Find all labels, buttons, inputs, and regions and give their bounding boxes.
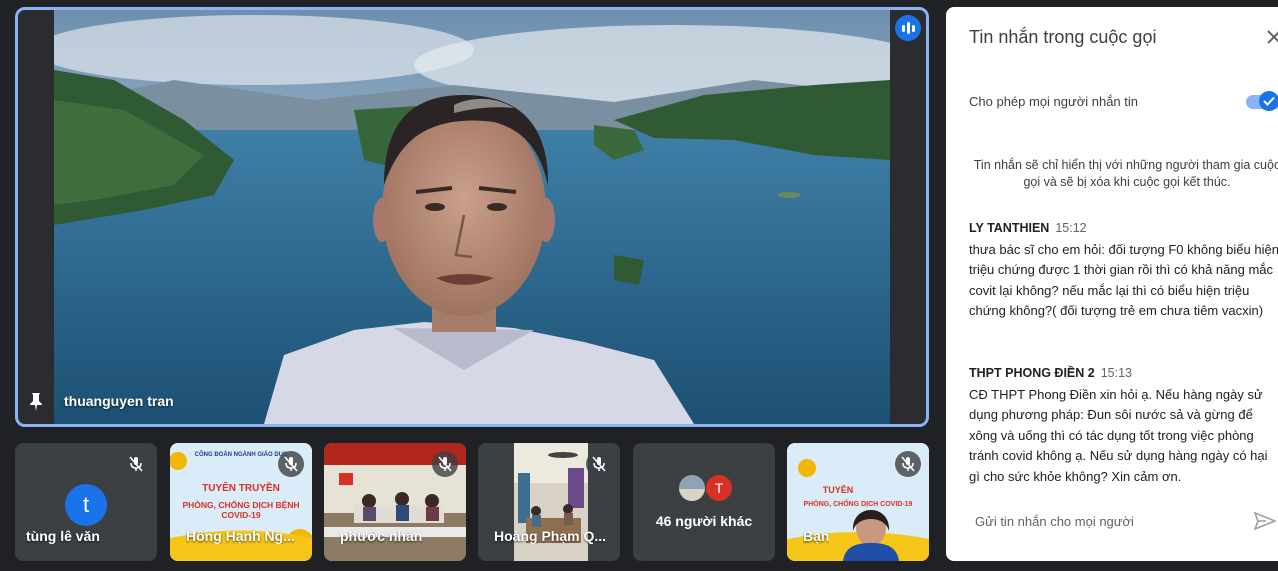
self-tile[interactable]: TUYÊN PHÒNG, CHỐNG DỊCH COVID-19 Bạn (787, 443, 929, 561)
message-text: CĐ THPT Phong Điền xin hỏi ạ. Nếu hàng n… (969, 386, 1268, 484)
chat-message: THPT PHONG ĐIỀN 2 15:13 CĐ THPT Phong Điề… (969, 363, 1278, 487)
participant-name: phước nhàn (340, 528, 423, 544)
participant-name: Bạn (803, 528, 830, 544)
participant-tile[interactable]: t tùng lê văn (15, 443, 157, 561)
chat-message: LY TANTHIEN 15:12 thưa bác sĩ cho em hỏi:… (969, 218, 1278, 322)
others-count-label: 46 người khác (655, 513, 753, 529)
close-icon[interactable] (1266, 29, 1278, 45)
chat-panel-title: Tin nhắn trong cuộc gọi (969, 27, 1157, 47)
mic-off-icon (432, 451, 458, 477)
message-sender: THPT PHONG ĐIỀN 2 (969, 366, 1095, 380)
poster-text: PHÒNG, CHỐNG DỊCH BỆNH COVID-19 (182, 500, 300, 520)
participant-tile[interactable]: Hoàng Phạm Q... (478, 443, 620, 561)
participant-tile[interactable]: CÔNG ĐOÀN NGÀNH GIÁO DỤC TUYÊN TRUYỀN PH… (170, 443, 312, 561)
poster-text: TUYÊN TRUYỀN (202, 483, 280, 494)
message-text: thưa bác sĩ cho em hỏi: đối tượng F0 khô… (969, 241, 1278, 319)
avatar: t (65, 484, 107, 526)
poster-text: TUYÊN (822, 485, 854, 495)
participant-name: tùng lê văn (26, 528, 100, 544)
main-video-tile[interactable]: thuanguyen tran (15, 7, 929, 427)
mic-off-icon (586, 451, 612, 477)
letterbox-left (18, 10, 54, 424)
chat-notice: Tin nhắn sẽ chỉ hiển thị với những người… (973, 158, 1278, 189)
mic-off-icon (278, 451, 304, 477)
check-icon[interactable] (1259, 91, 1278, 111)
message-time: 15:12 (1055, 221, 1087, 235)
others-tile[interactable]: T 46 người khác (633, 443, 775, 561)
participant-name: Hồng Hạnh Ng... (186, 528, 295, 544)
main-participant-name: thuanguyen tran (64, 393, 174, 409)
video-frame (54, 10, 890, 424)
pin-icon[interactable] (27, 392, 45, 412)
chat-panel: Tin nhắn trong cuộc gọi Cho phép mọi ngư… (946, 7, 1278, 561)
poster-text: PHÒNG, CHỐNG DỊCH COVID-19 (803, 501, 913, 508)
allow-messages-label: Cho phép mọi người nhắn tin (969, 94, 1138, 109)
mic-off-icon (123, 451, 149, 477)
participant-tile[interactable]: phước nhàn (324, 443, 466, 561)
audio-level-icon (895, 15, 921, 41)
participant-name: Hoàng Phạm Q... (494, 528, 607, 544)
mic-off-icon (895, 451, 921, 477)
message-sender: LY TANTHIEN (969, 221, 1050, 235)
send-icon[interactable] (1254, 512, 1276, 530)
avatar (679, 475, 705, 501)
letterbox-right (890, 10, 926, 424)
message-input[interactable]: Gửi tin nhắn cho mọi người (975, 514, 1134, 529)
message-time: 15:13 (1100, 366, 1132, 380)
avatar: T (706, 475, 732, 501)
